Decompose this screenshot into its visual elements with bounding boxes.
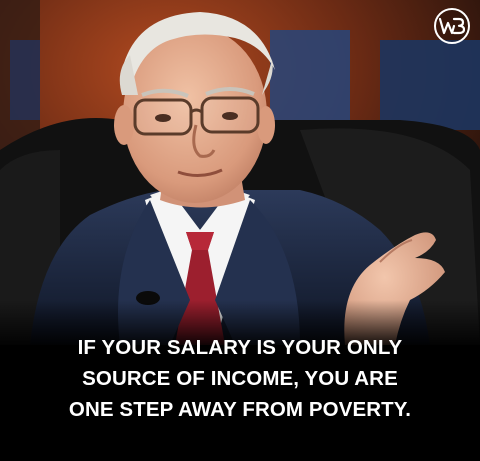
caption-line: ONE STEP AWAY FROM POVERTY. bbox=[68, 398, 412, 421]
quote-image: IF YOUR SALARY IS YOUR ONLY SOURCE OF IN… bbox=[0, 0, 480, 461]
caption-line: SOURCE OF INCOME, YOU ARE bbox=[82, 367, 398, 390]
portrait-photo bbox=[0, 0, 480, 345]
caption-line: IF YOUR SALARY IS YOUR ONLY bbox=[77, 336, 403, 359]
quote-caption: IF YOUR SALARY IS YOUR ONLY SOURCE OF IN… bbox=[0, 332, 480, 425]
wb-logo-icon bbox=[434, 8, 470, 44]
